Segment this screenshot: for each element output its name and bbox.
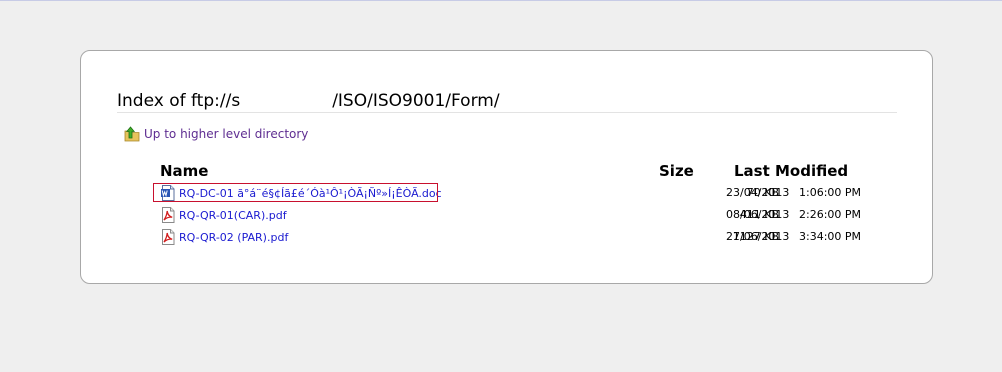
title-path: /ISO/ISO9001/Form/ [332, 91, 500, 111]
file-name: RQ-QR-01(CAR).pdf [179, 208, 287, 222]
title-host: s [231, 91, 241, 111]
file-name: RQ-DC-01 ã°á¨é§¢Íã£é´Óà¹Ô¹¡ÒÃ¡Ñº»Í¡ÊÒÃ.d… [179, 186, 442, 200]
up-directory-link[interactable]: Up to higher level directory [124, 124, 308, 144]
pdf-icon [160, 229, 176, 245]
up-directory-label: Up to higher level directory [144, 127, 309, 141]
column-header-last-modified[interactable]: Last Modified [734, 162, 848, 180]
directory-listing-panel: Index of ftp://s/ISO/ISO9001/Form/ Up to… [80, 50, 933, 284]
file-date: 08/06/2013 [726, 208, 790, 221]
title-prefix: Index of ftp:// [117, 91, 232, 111]
up-folder-icon [124, 126, 140, 142]
title-divider [117, 112, 897, 113]
file-row: RQ-DC-01 ã°á¨é§¢Íã£é´Óà¹Ô¹¡ÒÃ¡Ñº»Í¡ÊÒÃ.d… [160, 183, 862, 203]
file-row: RQ-QR-02 (PAR).pdf 1127 KB 27/06/2013 3:… [160, 227, 862, 247]
file-link[interactable]: RQ-QR-02 (PAR).pdf [160, 227, 288, 247]
column-header-name[interactable]: Name [160, 162, 208, 180]
page-title: Index of ftp://s/ISO/ISO9001/Form/ [117, 91, 500, 111]
file-time: 3:34:00 PM [799, 230, 862, 243]
column-header-size[interactable]: Size [659, 162, 694, 180]
top-border [0, 0, 1002, 1]
file-date: 27/06/2013 [726, 230, 790, 243]
file-name: RQ-QR-02 (PAR).pdf [179, 230, 289, 244]
file-time: 2:26:00 PM [799, 208, 862, 221]
word-doc-icon [160, 185, 176, 201]
file-link[interactable]: RQ-QR-01(CAR).pdf [160, 205, 287, 225]
file-time: 1:06:00 PM [799, 186, 862, 199]
pdf-icon [160, 207, 176, 223]
file-row: RQ-QR-01(CAR).pdf 411 KB 08/06/2013 2:26… [160, 205, 862, 225]
file-date: 23/04/2013 [726, 186, 790, 199]
file-link[interactable]: RQ-DC-01 ã°á¨é§¢Íã£é´Óà¹Ô¹¡ÒÃ¡Ñº»Í¡ÊÒÃ.d… [160, 183, 442, 203]
